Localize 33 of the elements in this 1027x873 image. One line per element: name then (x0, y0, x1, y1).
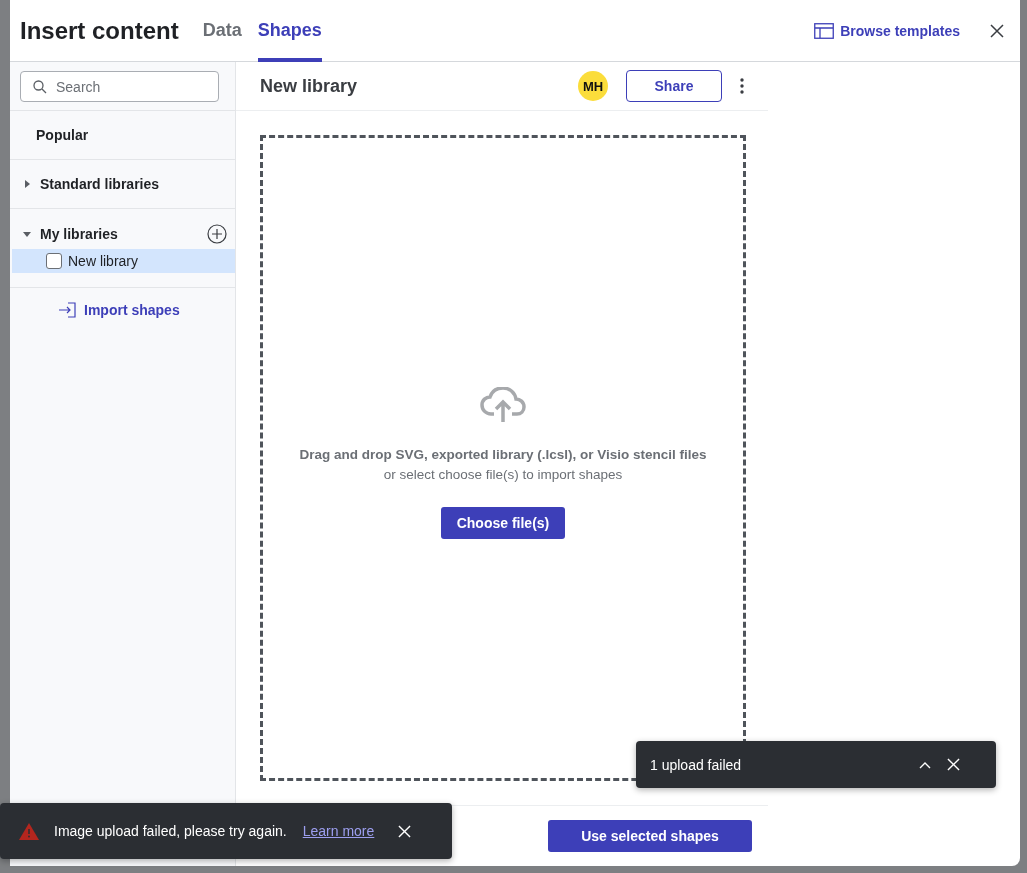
library-name: New library (68, 253, 138, 269)
caret-down-icon[interactable] (22, 229, 32, 239)
search-field[interactable]: Search (20, 71, 219, 102)
drop-instructions: Drag and drop SVG, exported library (.lcsl), or Visio stencil files (299, 447, 707, 462)
cloud-upload-icon (480, 387, 526, 423)
avatar[interactable]: MH (578, 71, 608, 101)
chevron-up-icon[interactable] (919, 760, 931, 769)
tab[interactable]: Shapes (257, 1, 322, 62)
template-icon[interactable] (814, 22, 835, 39)
more-options-icon[interactable] (740, 78, 744, 94)
toast-message: Image upload failed, please try again. (54, 823, 287, 839)
close-icon[interactable] (990, 23, 1004, 38)
caret-right-icon[interactable] (22, 179, 32, 189)
warning-icon (18, 821, 40, 841)
import-icon[interactable] (58, 302, 76, 318)
checkbox[interactable] (46, 253, 62, 269)
sidebar-item[interactable]: Popular (10, 111, 235, 159)
search-icon (33, 80, 47, 94)
browse-templates-link[interactable]: Browse templates (840, 22, 960, 39)
drop-subtext: or select choose file(s) to import shapes (383, 467, 623, 482)
sidebar-group-label[interactable]: My libraries (40, 226, 199, 242)
toast-message: 1 upload failed (650, 756, 743, 773)
tab[interactable]: Data (202, 1, 242, 62)
use-selected-shapes-button[interactable]: Use selected shapes (548, 820, 752, 852)
library-title: New library (260, 75, 359, 97)
add-icon[interactable] (207, 224, 227, 244)
library-item[interactable]: New library (12, 249, 235, 273)
learn-more-link[interactable]: Learn more (302, 823, 375, 839)
sidebar-group-label[interactable]: Standard libraries (40, 176, 235, 192)
choose-files-button[interactable]: Choose file(s) (440, 507, 566, 539)
share-button[interactable]: Share (626, 70, 722, 102)
import-shapes-link[interactable]: Import shapes (84, 302, 180, 318)
dialog-title: Insert content (20, 16, 179, 45)
